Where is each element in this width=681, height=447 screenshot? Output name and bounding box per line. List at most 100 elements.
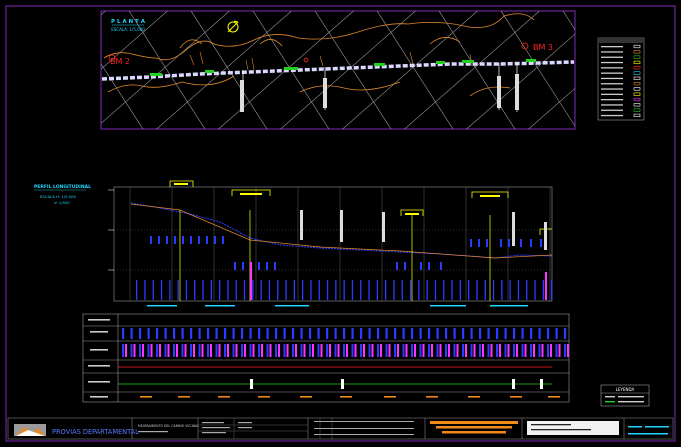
plan-bm-right-label: BM 3 [533, 43, 553, 52]
profile-blue-label [182, 236, 184, 244]
profile-blue-label [234, 262, 236, 270]
profile-cut-fill-label [409, 280, 412, 300]
profile-cut-fill-label [401, 280, 403, 300]
table-cell-magenta [388, 344, 391, 357]
orange-title-bars [430, 421, 518, 434]
table-cell-blue-small [122, 344, 124, 357]
km-label [258, 396, 270, 398]
table-cell-magenta [380, 344, 382, 357]
table-cell-blue-small [436, 344, 439, 357]
company-name: PROVIAS DEPARTAMENTAL [52, 428, 139, 436]
drawing-sheet: BM 2 BM 3 P L A N T A ESCALA: 1/5,000 PE… [0, 0, 681, 447]
table-cell-magenta [320, 344, 323, 357]
profile-blue-label [222, 236, 224, 244]
legend-title: LEYENDA [616, 387, 635, 392]
table-cell-magenta [371, 344, 374, 357]
profile-cut-fill-label [194, 280, 196, 300]
table-cell-blue [377, 328, 380, 339]
table-cell-magenta [159, 344, 161, 357]
profile-cut-fill-label [136, 280, 138, 300]
table-cell-blue [402, 328, 405, 339]
table-cell-blue-small [207, 344, 209, 357]
profile-blue-label [150, 236, 152, 244]
profile-cut-fill-label [385, 280, 387, 300]
table-cell-magenta [414, 344, 416, 357]
table-cell-magenta [431, 344, 433, 357]
table-cell-blue-small [249, 344, 252, 357]
km-label [426, 396, 438, 398]
profile-blue-label [198, 236, 200, 244]
table-cell-magenta [269, 344, 272, 357]
table-cell-blue [479, 328, 482, 339]
profile-cut-fill-label [252, 280, 254, 300]
table-cell-blue [555, 328, 558, 339]
profile-cut-fill-label [219, 280, 221, 300]
profile-cut-fill-label [293, 280, 295, 300]
table-cell-blue [326, 328, 329, 339]
table-cell-blue-small [309, 344, 311, 357]
table-cell-magenta [482, 344, 484, 357]
profile-cut-fill-label [318, 280, 320, 300]
table-cell-blue-small [215, 344, 218, 357]
profile-cut-fill-label [551, 280, 553, 300]
table-cell-magenta [150, 344, 153, 357]
km-label [548, 396, 560, 398]
table-cell-blue [292, 328, 295, 339]
profile-cut-fill-label [227, 280, 229, 300]
table-cell-blue [173, 328, 176, 339]
profile-cut-fill-label [210, 280, 212, 300]
table-cell-blue-small [156, 344, 158, 357]
table-cell-blue-small [360, 344, 362, 357]
profile-cut-fill-label [343, 280, 345, 300]
profile-blue-label [266, 262, 268, 270]
profile-cut-fill-label [277, 280, 279, 300]
table-cell-blue [419, 328, 422, 339]
profile-cut-fill-label [368, 280, 370, 300]
table-cell-blue [147, 328, 150, 339]
legend-row-text [601, 104, 623, 106]
profile-cut-fill-label [235, 280, 237, 300]
table-cell-blue-small [564, 344, 566, 357]
legend-row-text [601, 72, 623, 74]
table-cell-blue [462, 328, 465, 339]
table-cell-magenta [405, 344, 408, 357]
legend-row-text [601, 56, 623, 58]
table-cell-magenta [346, 344, 348, 357]
profile-cut-fill-label [302, 280, 304, 300]
table-cell-blue-small [275, 344, 277, 357]
profile-cut-fill-label [202, 280, 204, 300]
profile-cut-fill-label [326, 280, 329, 300]
table-cell-blue-small [394, 344, 396, 357]
table-cell-magenta [133, 344, 136, 357]
table-cell-blue-small [521, 344, 524, 357]
table-cell-magenta [235, 344, 238, 357]
table-cell-magenta [252, 344, 255, 357]
table-cell-blue-small [173, 344, 175, 357]
profile-blue-label [158, 236, 160, 244]
table-cell-blue [266, 328, 269, 339]
profile-cut-fill-label [376, 280, 378, 300]
profile-blue-label [530, 239, 532, 247]
profile-cut-fill-label [426, 280, 428, 300]
table-cell-magenta [354, 344, 357, 357]
profile-blue-label [174, 236, 176, 244]
table-cell-blue-small [351, 344, 354, 357]
table-cell-magenta [227, 344, 229, 357]
profile-blue-label [420, 262, 422, 270]
company-logo-icon [14, 424, 46, 436]
table-cell-blue-small [547, 344, 549, 357]
table-cell-blue [241, 328, 244, 339]
table-cell-magenta [422, 344, 425, 357]
km-label [218, 396, 230, 398]
table-cell-magenta [439, 344, 442, 357]
table-cell-blue [470, 328, 473, 339]
table-cell-magenta [473, 344, 476, 357]
table-cell-blue [547, 328, 550, 339]
profile-blue-label [242, 262, 244, 270]
table-cell-blue [453, 328, 456, 339]
table-cell-blue-small [190, 344, 192, 357]
table-cell-blue [232, 328, 235, 339]
table-cell-blue-small [504, 344, 507, 357]
profile-blue-label [166, 236, 168, 244]
table-cell-blue-small [139, 344, 141, 357]
